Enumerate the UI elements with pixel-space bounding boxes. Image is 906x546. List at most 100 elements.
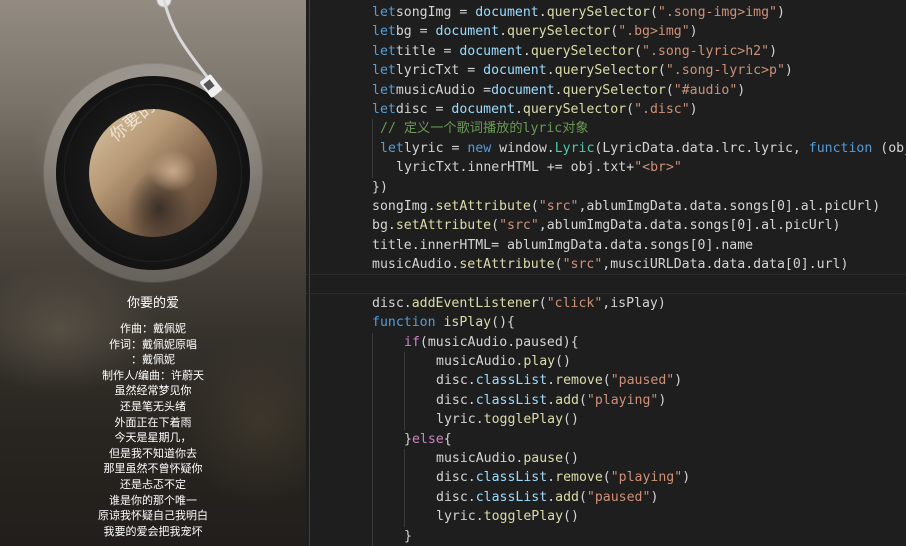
code-token: ,musciURLData.data.data[0].url)	[602, 257, 849, 273]
code-token: (	[538, 295, 547, 311]
code-editor[interactable]: letsongImg = document.querySelector(".so…	[306, 0, 906, 546]
code-token: .	[499, 24, 508, 40]
code-line: // 定义一个歌词播放的lyric对象	[306, 119, 906, 139]
code-token: document	[459, 43, 523, 59]
indent-guide	[372, 138, 373, 159]
code-token: (	[491, 218, 500, 234]
code-token: title =	[395, 43, 460, 59]
code-token: ()	[563, 509, 579, 525]
lyric-line: 虽然经常梦见你	[114, 385, 192, 398]
code-area[interactable]: letsongImg = document.querySelector(".so…	[306, 3, 906, 546]
code-token: Lyric	[554, 140, 595, 156]
indent-guide	[404, 507, 405, 527]
code-token: let	[372, 24, 396, 40]
code-token: )	[737, 82, 746, 98]
indent-guide	[404, 352, 405, 372]
code-token: remove	[555, 470, 603, 486]
code-token: add	[555, 489, 579, 505]
lyric-line: 还是忐忑不定	[120, 478, 186, 491]
code-token: ".song-lyric>p"	[665, 63, 785, 79]
indent-guide	[404, 371, 405, 391]
code-token: if	[404, 334, 420, 350]
code-token: ".disc"	[634, 101, 690, 117]
code-token: function	[372, 315, 436, 331]
code-line: lyricTxt.innerHTML += obj.txt+"<br>"	[306, 158, 906, 178]
code-line: disc.addEventListener("click",isPlay)	[306, 294, 906, 313]
indent-guide	[404, 410, 405, 430]
lyric-line: 原谅我怀疑自己我明白	[98, 510, 208, 523]
code-token: .	[554, 82, 563, 98]
code-token: window.	[491, 140, 555, 156]
code-token: ".bg>img"	[618, 24, 690, 40]
code-line: musicAudio.setAttribute("src",musciURLDa…	[306, 255, 906, 274]
code-token: "paused"	[610, 373, 675, 389]
lyric-line: 我要的爱会把我宠坏	[103, 525, 203, 538]
code-line: songImg.setAttribute("src",ablumImgData.…	[306, 197, 906, 216]
album-disc[interactable]: 你要的爱	[56, 76, 250, 270]
code-token: .	[546, 63, 555, 79]
code-token: (){	[491, 315, 515, 331]
code-token: ,isPlay)	[602, 295, 666, 311]
music-player-preview: 你要的爱 你要的爱 作曲：戴佩妮 作词：戴佩妮原唱 ：戴佩妮制作人/编曲：许蔚天 虽然…	[0, 0, 306, 546]
code-token: togglePlay	[483, 412, 564, 428]
code-token: )	[689, 24, 698, 40]
code-line: letmusicAudio =document.querySelector("#…	[306, 81, 906, 100]
lyric-line: 制作人/编曲：许蔚天	[101, 369, 205, 382]
code-token: document	[435, 24, 500, 40]
code-token: let	[372, 82, 396, 98]
code-token: .	[547, 470, 556, 486]
code-token: function	[808, 140, 873, 156]
code-token: })	[372, 179, 388, 195]
code-line: }else{	[306, 429, 906, 449]
lyric-line: 那里虽然不曾怀疑你	[103, 463, 203, 476]
code-token: "playing"	[586, 392, 659, 408]
code-token: )	[650, 489, 659, 505]
code-token: )	[658, 392, 667, 408]
lyric-line: 作词：戴佩妮原唱	[109, 338, 197, 351]
code-line: lyric.togglePlay()	[306, 507, 906, 527]
code-token: (	[665, 82, 674, 98]
code-line: letbg = document.querySelector(".bg>img"…	[306, 22, 906, 41]
code-token: }	[404, 528, 412, 544]
code-line: lettitle = document.querySelector(".song…	[306, 42, 906, 61]
code-line: }	[306, 526, 906, 546]
code-token: addEventListener	[411, 295, 539, 311]
code-token: remove	[555, 373, 603, 389]
code-token: querySelector	[562, 82, 666, 98]
code-token: ".song-img>img"	[657, 5, 777, 20]
code-token: musicAudio.	[436, 450, 524, 466]
code-token: add	[555, 392, 579, 408]
code-token: .	[514, 101, 523, 117]
code-token: lyricTxt.innerHTML += obj.txt+	[396, 160, 635, 176]
code-token: ,ablumImgData.data.songs[0].al.picUrl)	[538, 218, 841, 234]
code-token: bg.	[372, 218, 396, 234]
code-token: querySelector	[546, 5, 650, 20]
code-token: classList	[475, 470, 548, 486]
song-title: 你要的爱	[126, 295, 179, 310]
code-token: isPlay	[443, 315, 492, 331]
code-token: setAttribute	[395, 218, 492, 234]
code-line: letlyric = new window.Lyric(LyricData.da…	[306, 138, 906, 159]
code-token: ".song-lyric>h2"	[642, 43, 770, 59]
indent-guide	[404, 390, 405, 411]
code-line: letdisc = document.querySelector(".disc"…	[306, 100, 906, 119]
code-token: (	[657, 63, 666, 79]
code-token: disc.	[372, 295, 412, 311]
code-token: let	[380, 140, 404, 156]
code-token: togglePlay	[483, 509, 564, 525]
code-token: querySelector	[554, 63, 658, 79]
code-token: (	[649, 5, 658, 20]
code-token: .	[547, 373, 556, 389]
code-token: ()	[563, 412, 579, 428]
code-token: "src"	[499, 218, 539, 234]
lyric-line: ：戴佩妮	[131, 354, 175, 367]
code-token: play	[523, 354, 556, 370]
code-token: "paused"	[586, 489, 651, 505]
lyric-line: 外面正在下着雨	[114, 416, 192, 429]
lyric-line: 谁是你的那个唯一	[109, 494, 197, 507]
code-line: disc.classList.add("paused")	[306, 487, 906, 508]
lyric-line: 作曲：戴佩妮	[120, 323, 186, 335]
code-token: )	[769, 43, 778, 59]
code-line	[306, 274, 906, 294]
indent-guide	[372, 448, 373, 469]
